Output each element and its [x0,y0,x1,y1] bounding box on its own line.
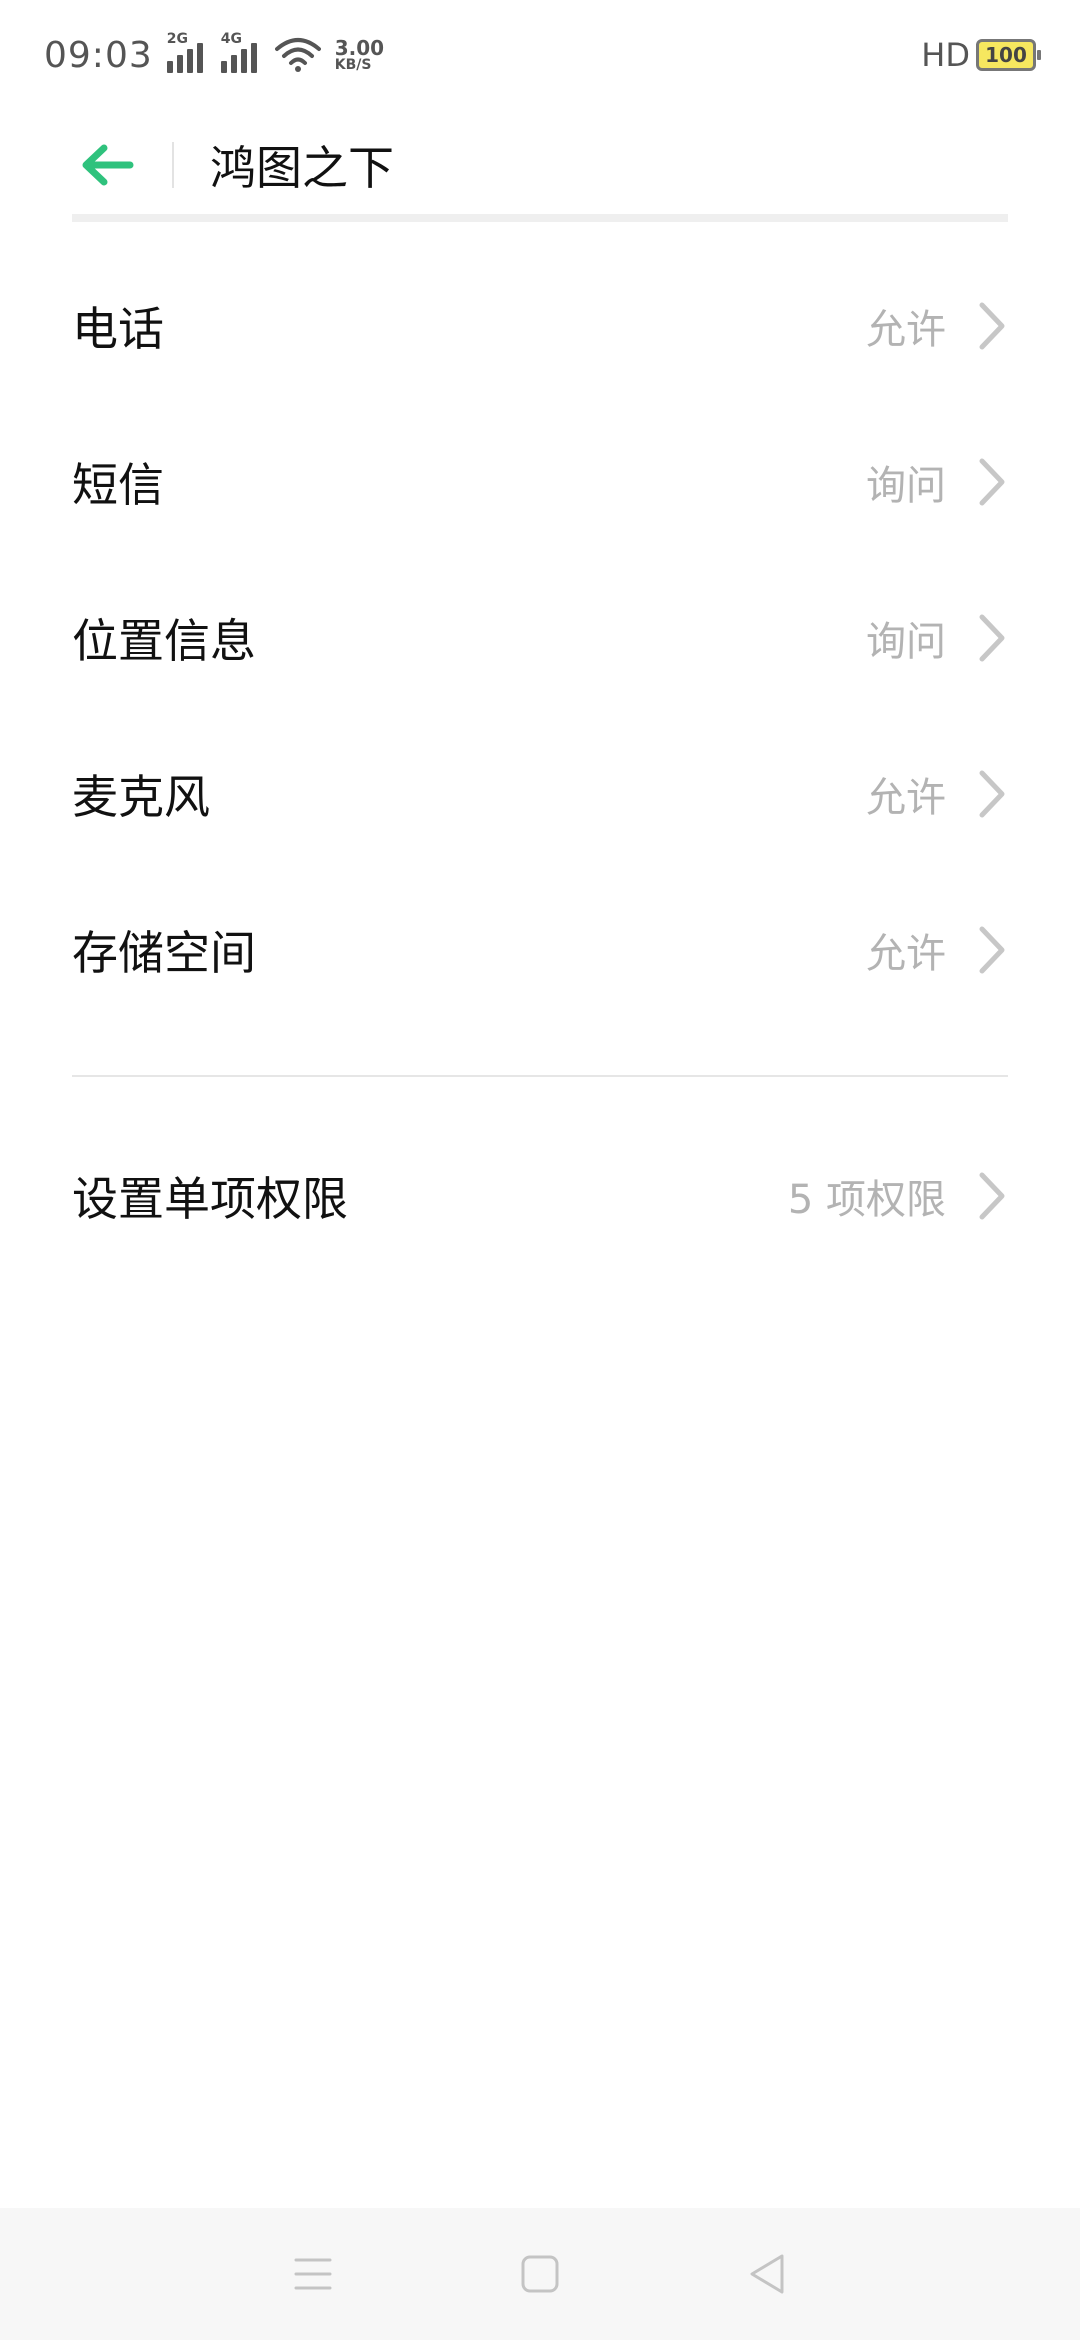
permission-right: 询问 [866,609,1008,667]
single-permission-label: 设置单项权限 [72,1172,348,1226]
permission-label: 短信 [72,458,164,512]
permission-right: 询问 [866,453,1008,511]
status-right: HD 100 [921,36,1041,74]
permission-right: 允许 [866,921,1008,979]
menu-button[interactable] [273,2234,353,2314]
wifi-icon [274,38,321,72]
header: 鸿图之下 [0,110,1080,220]
net-speed: 3.00 KB/S [335,38,384,72]
home-icon [521,2255,559,2293]
net-speed-unit: KB/S [334,57,372,73]
hd-indicator: HD [921,36,970,74]
back-nav-button[interactable] [727,2234,807,2314]
permission-label: 位置信息 [72,614,256,668]
permission-item-location[interactable]: 位置信息 询问 [0,560,1080,716]
status-left: 09:03 2G 4G 3.00 KB/S [44,31,384,76]
app-permissions-page: 09:03 2G 4G 3.00 KB/S HD 100 鸿图之下 电话 允许 … [0,0,1080,2340]
navigation-bar [0,2208,1080,2340]
header-separator [72,214,1008,222]
permission-label: 电话 [72,302,164,356]
permission-item-storage[interactable]: 存储空间 允许 [0,872,1080,1028]
home-button[interactable] [500,2234,580,2314]
chevron-right-icon [979,302,1005,350]
permission-value: 允许 [866,307,946,353]
single-permission-setting[interactable]: 设置单项权限 5 项权限 [0,1118,1080,1274]
back-button[interactable] [72,130,142,200]
permission-value: 允许 [866,931,946,977]
single-permission-list: 设置单项权限 5 项权限 [0,1118,1080,1274]
signal-4g-tag: 4G [220,31,242,47]
permission-item-phone[interactable]: 电话 允许 [0,248,1080,404]
single-permission-right: 5 项权限 [788,1167,1008,1225]
permission-value: 询问 [866,619,946,665]
status-bar: 09:03 2G 4G 3.00 KB/S HD 100 [0,0,1080,110]
permission-label: 存储空间 [72,926,256,980]
menu-icon [294,2258,332,2290]
permission-item-microphone[interactable]: 麦克风 允许 [0,716,1080,872]
permission-value: 允许 [866,775,946,821]
battery-icon: 100 [976,39,1041,71]
header-divider [172,142,174,188]
arrow-left-icon [82,144,134,186]
battery-level: 100 [985,43,1027,67]
page-title: 鸿图之下 [210,141,394,195]
permission-right: 允许 [866,297,1008,355]
single-permission-value: 5 项权限 [787,1177,946,1223]
chevron-right-icon [979,1172,1005,1220]
status-time: 09:03 [44,34,153,76]
permission-right: 允许 [866,765,1008,823]
chevron-right-icon [979,770,1005,818]
chevron-right-icon [979,614,1005,662]
chevron-right-icon [979,926,1005,974]
chevron-right-icon [979,458,1005,506]
permission-item-sms[interactable]: 短信 询问 [0,404,1080,560]
net-speed-value: 3.00 [334,36,385,60]
back-triangle-icon [750,2254,784,2294]
signal-2g-tag: 2G [166,31,188,47]
permission-label: 麦克风 [72,770,210,824]
permission-list: 电话 允许 短信 询问 位置信息 询问 麦克风 允许 存储空间 允许 [0,248,1080,1028]
signal-4g-icon: 4G [220,31,261,73]
list-divider [72,1075,1008,1077]
permission-value: 询问 [866,463,946,509]
signal-2g-icon: 2G [166,31,207,73]
